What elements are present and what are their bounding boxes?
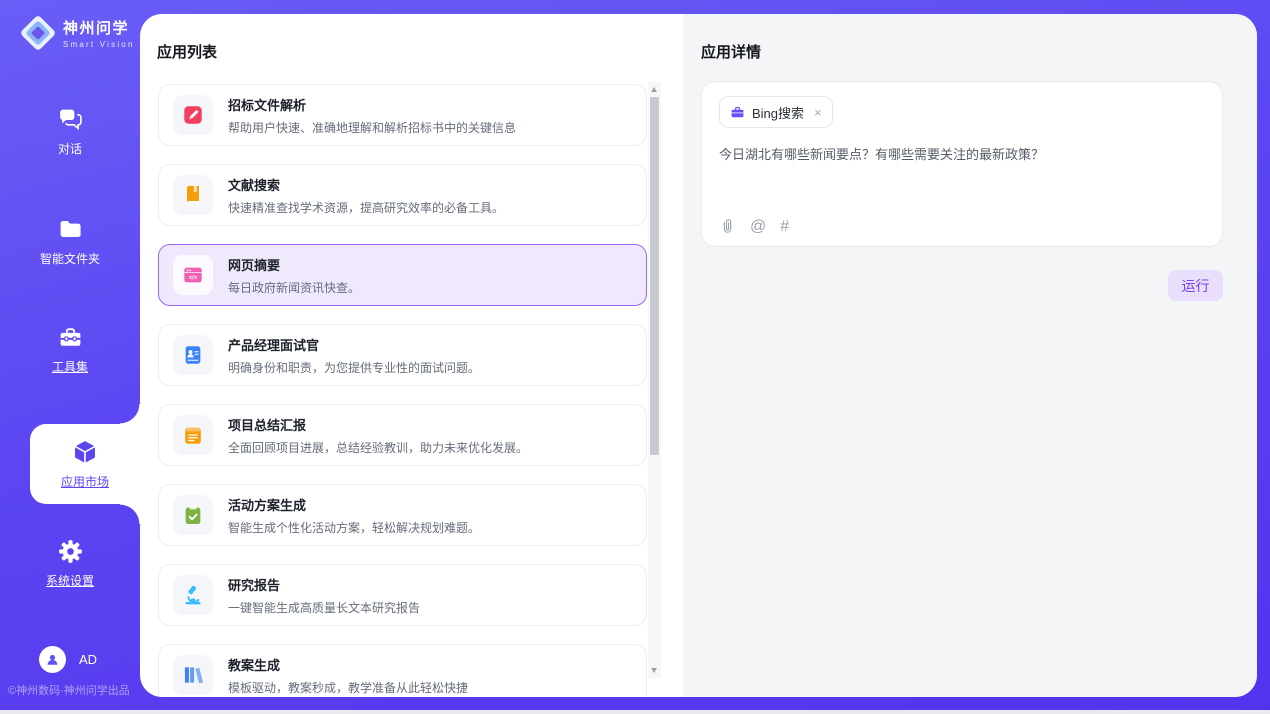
- sidebar-item-tools[interactable]: 工具集: [0, 324, 140, 375]
- app-card-desc: 每日政府新闻资讯快查。: [228, 279, 360, 296]
- composer-card: Bing搜索 × 今日湖北有哪些新闻要点？有哪些需要关注的最新政策？ @ #: [701, 81, 1223, 247]
- app-card-title: 产品经理面试官: [228, 335, 480, 354]
- app-card-desc: 明确身份和职责，为您提供专业性的面试问题。: [228, 359, 480, 376]
- bottom-edge: [0, 710, 1270, 714]
- briefcase-icon: [730, 105, 745, 120]
- app-card[interactable]: 招标文件解析帮助用户快速、准确地理解和解析招标书中的关键信息: [158, 84, 647, 146]
- gear-icon: [57, 538, 84, 565]
- toolbox-icon: [57, 324, 84, 351]
- sidebar-item-label: 对话: [58, 140, 82, 157]
- book-icon: [173, 175, 213, 215]
- sidebar-item-chat[interactable]: 对话: [0, 106, 140, 157]
- app-card-desc: 快速精准查找学术资源，提高研究效率的必备工具。: [228, 199, 504, 216]
- folder-icon: [57, 216, 84, 243]
- app-list-panel: 应用列表 招标文件解析帮助用户快速、准确地理解和解析招标书中的关键信息文献搜索快…: [140, 14, 683, 697]
- tool-tag-label: Bing搜索: [752, 103, 804, 122]
- svg-text:</>: </>: [189, 276, 198, 282]
- app-card[interactable]: 研究报告一键智能生成高质量长文本研究报告: [158, 564, 647, 626]
- brand: 神州问学 Smart Vision: [18, 13, 135, 53]
- query-input[interactable]: 今日湖北有哪些新闻要点？有哪些需要关注的最新政策？: [719, 145, 1205, 165]
- resume-icon: [173, 335, 213, 375]
- sidebar-item-label: 智能文件夹: [40, 250, 100, 267]
- scroll-down-icon[interactable]: [651, 668, 657, 673]
- tool-tag[interactable]: Bing搜索 ×: [719, 96, 833, 128]
- copyright: ©神州数码·神州问学出品: [8, 682, 130, 698]
- app-card-desc: 智能生成个性化活动方案，轻松解决规划难题。: [228, 519, 480, 536]
- microscope-icon: [173, 575, 213, 615]
- app-card[interactable]: 产品经理面试官明确身份和职责，为您提供专业性的面试问题。: [158, 324, 647, 386]
- paperclip-icon[interactable]: [719, 218, 736, 235]
- list-scrollbar[interactable]: [648, 82, 661, 678]
- app-card[interactable]: 教案生成模板驱动，教案秒成，教学准备从此轻松快捷: [158, 644, 647, 697]
- app-list-title: 应用列表: [157, 41, 217, 62]
- app-card[interactable]: </> 网页摘要每日政府新闻资讯快查。: [158, 244, 647, 306]
- clipboard-check-icon: [173, 495, 213, 535]
- app-card-title: 活动方案生成: [228, 495, 480, 514]
- brand-name: 神州问学: [63, 17, 135, 38]
- app-card-desc: 帮助用户快速、准确地理解和解析招标书中的关键信息: [228, 119, 516, 136]
- app-card-title: 研究报告: [228, 575, 420, 594]
- app-card-desc: 模板驱动，教案秒成，教学准备从此轻松快捷: [228, 679, 468, 696]
- brand-logo-diamond-icon: [18, 13, 58, 53]
- browser-code-icon: </>: [173, 255, 213, 295]
- user-row[interactable]: AD: [39, 646, 97, 673]
- books-icon: [173, 655, 213, 695]
- hash-icon[interactable]: #: [780, 219, 789, 235]
- scroll-thumb[interactable]: [650, 97, 659, 455]
- sidebar-item-label: 应用市场: [61, 473, 109, 490]
- app-card-title: 项目总结汇报: [228, 415, 528, 434]
- app-card-title: 网页摘要: [228, 255, 360, 274]
- at-icon[interactable]: @: [750, 219, 766, 235]
- chat-icon: [57, 106, 84, 133]
- app-detail-panel: 应用详情 Bing搜索 × 今日湖北有哪些新闻要点？有哪些需要关注的最新政策？ …: [683, 14, 1257, 697]
- content-panel: 应用列表 招标文件解析帮助用户快速、准确地理解和解析招标书中的关键信息文献搜索快…: [140, 14, 1257, 697]
- sidebar-item-settings[interactable]: 系统设置: [0, 538, 140, 589]
- sidebar: 神州问学 Smart Vision 对话智能文件夹工具集应用市场系统设置 AD …: [0, 0, 140, 710]
- app-detail-title: 应用详情: [701, 41, 761, 62]
- avatar[interactable]: [39, 646, 66, 673]
- report-note-icon: [173, 415, 213, 455]
- edit-doc-icon: [173, 95, 213, 135]
- sidebar-item-label: 系统设置: [46, 572, 94, 589]
- tag-close-icon[interactable]: ×: [814, 106, 822, 119]
- brand-subtitle: Smart Vision: [63, 40, 135, 49]
- run-button[interactable]: 运行: [1168, 270, 1223, 301]
- app-card[interactable]: 文献搜索快速精准查找学术资源，提高研究效率的必备工具。: [158, 164, 647, 226]
- sidebar-item-folders[interactable]: 智能文件夹: [0, 216, 140, 267]
- app-card[interactable]: 活动方案生成智能生成个性化活动方案，轻松解决规划难题。: [158, 484, 647, 546]
- sidebar-item-label: 工具集: [52, 358, 88, 375]
- app-card-title: 招标文件解析: [228, 95, 516, 114]
- app-card-title: 文献搜索: [228, 175, 504, 194]
- app-window: 神州问学 Smart Vision 对话智能文件夹工具集应用市场系统设置 AD …: [0, 0, 1270, 714]
- composer-toolbar: @ #: [719, 218, 789, 235]
- app-card-desc: 全面回顾项目进展，总结经验教训，助力未来优化发展。: [228, 439, 528, 456]
- app-card[interactable]: 项目总结汇报全面回顾项目进展，总结经验教训，助力未来优化发展。: [158, 404, 647, 466]
- app-card-desc: 一键智能生成高质量长文本研究报告: [228, 599, 420, 616]
- cube-icon: [70, 437, 100, 467]
- user-initials: AD: [79, 652, 97, 667]
- sidebar-item-app-market[interactable]: 应用市场: [30, 424, 140, 504]
- app-card-title: 教案生成: [228, 655, 468, 674]
- scroll-up-icon[interactable]: [651, 87, 657, 92]
